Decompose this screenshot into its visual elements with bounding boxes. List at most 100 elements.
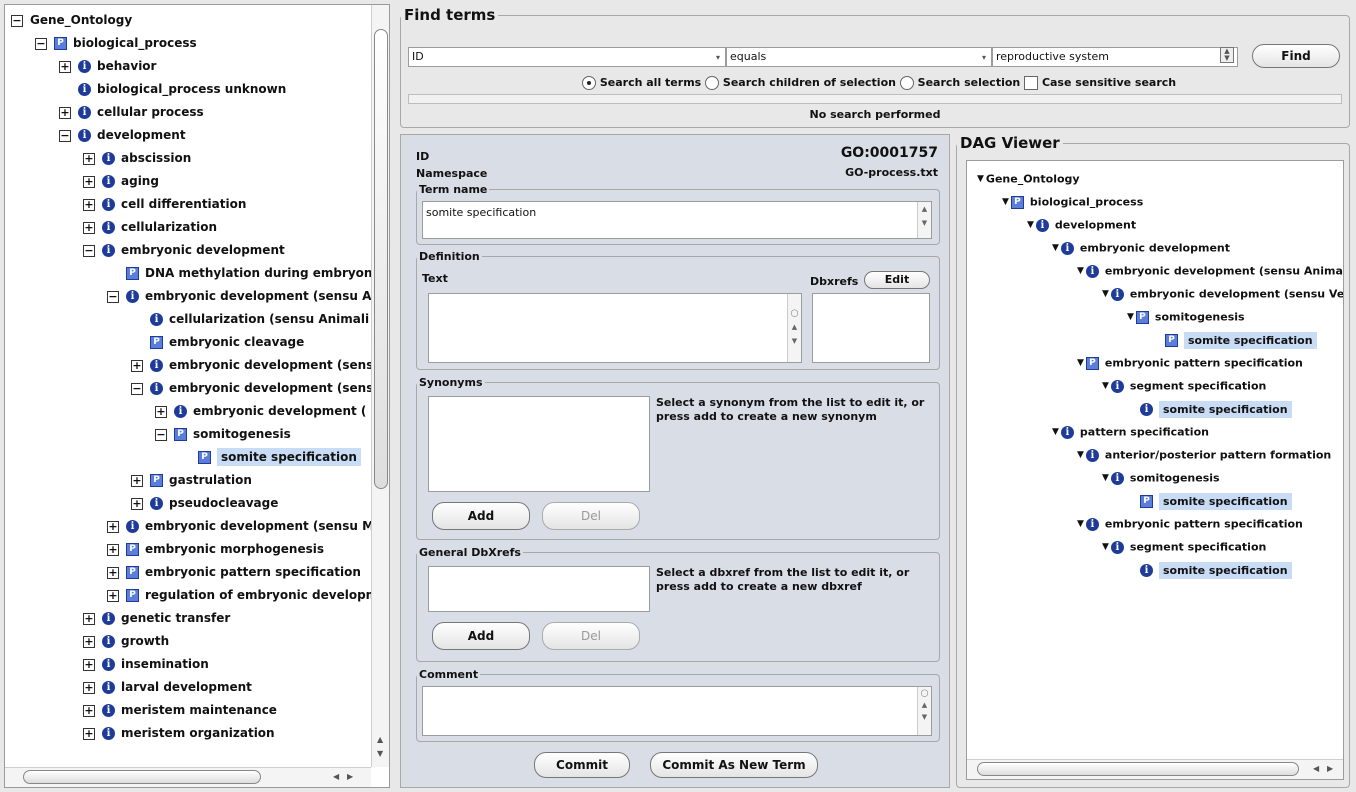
- dag-node[interactable]: ▼ i anterior/posterior pattern formation: [1077, 443, 1331, 466]
- tree-item[interactable]: − Psomitogenesis: [155, 423, 291, 446]
- expand-icon[interactable]: +: [107, 589, 119, 602]
- tree-horizontal-scrollbar[interactable]: ◀ ▶: [5, 767, 371, 787]
- expand-icon[interactable]: +: [83, 175, 95, 188]
- expand-icon[interactable]: +: [59, 106, 71, 119]
- edit-dbxrefs-button[interactable]: Edit: [864, 271, 930, 289]
- general-dbxrefs-list[interactable]: [428, 566, 650, 612]
- tree-item[interactable]: + Pgastrulation: [131, 469, 252, 492]
- add-synonym-button[interactable]: Add: [432, 502, 530, 530]
- expand-icon[interactable]: +: [131, 474, 143, 487]
- collapse-icon[interactable]: −: [35, 37, 47, 50]
- tree-item[interactable]: + Pembryonic morphogenesis: [107, 538, 324, 561]
- disclosure-triangle-icon[interactable]: ▼: [1102, 289, 1109, 299]
- tree-horizontal-scroll-thumb[interactable]: [23, 770, 261, 784]
- collapse-icon[interactable]: −: [59, 129, 71, 142]
- dag-node[interactable]: i somite specification: [1127, 558, 1292, 581]
- expand-icon[interactable]: +: [83, 198, 95, 211]
- scroll-left-arrow-icon[interactable]: ◀: [333, 772, 339, 781]
- search-query-input[interactable]: reproductive system ▲ ▼: [992, 47, 1238, 67]
- tree-item[interactable]: + i cellular process: [59, 101, 204, 124]
- tree-item[interactable]: P DNA methylation during embryoni: [107, 262, 377, 285]
- disclosure-triangle-icon[interactable]: ▼: [1077, 519, 1084, 529]
- scroll-right-arrow-icon[interactable]: ▶: [1327, 764, 1333, 773]
- search-all-terms-radio[interactable]: [582, 76, 596, 90]
- search-field-select[interactable]: ID ▾: [408, 47, 726, 67]
- definition-text-input[interactable]: ◯ ▲ ▼: [428, 293, 802, 363]
- disclosure-triangle-icon[interactable]: ▼: [1052, 427, 1059, 437]
- tree-item[interactable]: + i aging: [83, 170, 159, 193]
- tree-item[interactable]: + i abscission: [83, 147, 191, 170]
- term-name-input[interactable]: somite specification ▲ ▼: [422, 201, 932, 239]
- tree-item[interactable]: + i embryonic development (sensu M.: [107, 515, 379, 538]
- tree-item[interactable]: + i meristem organization: [83, 722, 275, 745]
- commit-button[interactable]: Commit: [534, 752, 630, 778]
- tree-item[interactable]: + i insemination: [83, 653, 209, 676]
- tree-item[interactable]: + i pseudocleavage: [131, 492, 278, 515]
- dag-node[interactable]: ▼ i segment specification: [1102, 535, 1266, 558]
- disclosure-triangle-icon[interactable]: ▼: [1102, 473, 1109, 483]
- expand-icon[interactable]: +: [83, 221, 95, 234]
- dag-node[interactable]: ▼ i development: [1027, 213, 1136, 236]
- collapse-icon[interactable]: −: [107, 290, 119, 303]
- disclosure-triangle-icon[interactable]: ▼: [977, 174, 984, 184]
- tree-item[interactable]: + i cellularization: [83, 216, 217, 239]
- collapse-icon[interactable]: −: [83, 244, 95, 257]
- synonyms-list[interactable]: [428, 396, 650, 492]
- tree-item[interactable]: + i embryonic development (: [155, 400, 366, 423]
- comment-scroll-icon[interactable]: ◯ ▲ ▼: [917, 687, 931, 735]
- case-sensitive-checkbox[interactable]: [1024, 76, 1039, 90]
- disclosure-triangle-icon[interactable]: ▼: [1127, 312, 1134, 322]
- dag-horizontal-scroll-thumb[interactable]: [977, 762, 1299, 776]
- dag-node[interactable]: ▼ i embryonic pattern specification: [1077, 512, 1303, 535]
- delete-dbxref-button[interactable]: Del: [542, 622, 640, 650]
- tree-item[interactable]: + Pregulation of embryonic developm: [107, 584, 378, 607]
- tree-item[interactable]: − Gene_Ontology: [11, 9, 132, 32]
- expand-icon[interactable]: +: [155, 405, 167, 418]
- expand-icon[interactable]: +: [83, 612, 95, 625]
- tree-item[interactable]: + i larval development: [83, 676, 252, 699]
- dag-node[interactable]: Psomite specification: [1127, 489, 1292, 512]
- tree-item[interactable]: − i development: [59, 124, 186, 147]
- tree-item[interactable]: − i embryonic development (sensu Ar: [107, 285, 377, 308]
- dag-node[interactable]: ▼ Pbiological_process: [1002, 190, 1143, 213]
- disclosure-triangle-icon[interactable]: ▼: [1077, 358, 1084, 368]
- tree-vertical-scrollbar[interactable]: ▲ ▼: [371, 5, 389, 767]
- scroll-down-arrow-icon[interactable]: ▼: [377, 749, 383, 758]
- tree-item[interactable]: i biological_process unknown: [59, 78, 286, 101]
- dag-node[interactable]: ▼ Pembryonic pattern specification: [1077, 351, 1303, 374]
- expand-icon[interactable]: +: [83, 658, 95, 671]
- tree-item[interactable]: + i growth: [83, 630, 169, 653]
- tree-vertical-scroll-thumb[interactable]: [374, 29, 388, 489]
- expand-icon[interactable]: +: [83, 704, 95, 717]
- find-button[interactable]: Find: [1252, 44, 1340, 68]
- collapse-icon[interactable]: −: [11, 14, 23, 27]
- delete-synonym-button[interactable]: Del: [542, 502, 640, 530]
- expand-icon[interactable]: +: [83, 635, 95, 648]
- tree-item[interactable]: + Pembryonic pattern specification: [107, 561, 361, 584]
- scroll-left-arrow-icon[interactable]: ◀: [1313, 764, 1319, 773]
- expand-icon[interactable]: +: [131, 497, 143, 510]
- commit-as-new-term-button[interactable]: Commit As New Term: [650, 752, 818, 778]
- scroll-right-arrow-icon[interactable]: ▶: [347, 772, 353, 781]
- dag-node[interactable]: ▼ Gene_Ontology: [977, 167, 1080, 190]
- disclosure-triangle-icon[interactable]: ▼: [1052, 243, 1059, 253]
- expand-icon[interactable]: +: [83, 681, 95, 694]
- dag-node[interactable]: i somite specification: [1127, 397, 1292, 420]
- expand-icon[interactable]: +: [59, 60, 71, 73]
- tree-item[interactable]: Pembryonic cleavage: [131, 331, 304, 354]
- tree-item[interactable]: − Pbiological_process: [35, 32, 197, 55]
- disclosure-triangle-icon[interactable]: ▼: [1027, 220, 1034, 230]
- dag-node[interactable]: ▼ i embryonic development: [1052, 236, 1230, 259]
- tree-item[interactable]: + i embryonic development (sens: [131, 354, 373, 377]
- tree-item[interactable]: Psomite specification: [179, 446, 361, 469]
- search-selection-radio[interactable]: [899, 76, 914, 90]
- scroll-up-arrow-icon[interactable]: ▲: [377, 735, 383, 744]
- expand-icon[interactable]: +: [107, 520, 119, 533]
- add-dbxref-button[interactable]: Add: [432, 622, 530, 650]
- tree-item[interactable]: − i embryonic development: [83, 239, 285, 262]
- search-operator-select[interactable]: equals ▾: [726, 47, 992, 67]
- tree-item[interactable]: + i cell differentiation: [83, 193, 246, 216]
- dag-node[interactable]: Psomite specification: [1152, 328, 1317, 351]
- query-stepper-icon[interactable]: ▲ ▼: [1220, 47, 1234, 63]
- dag-node[interactable]: ▼ i somitogenesis: [1102, 466, 1220, 489]
